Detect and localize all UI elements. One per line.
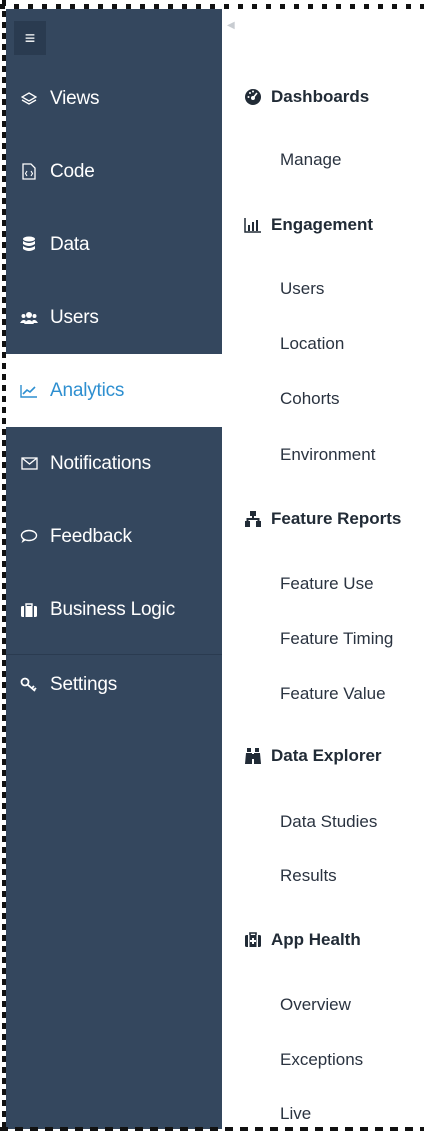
section-title-label: App Health: [271, 930, 361, 949]
submenu-item-users[interactable]: Users: [280, 279, 324, 299]
sidebar-item-business-logic[interactable]: Business Logic: [6, 573, 222, 646]
sidebar-item-label: Feedback: [50, 525, 132, 547]
submenu-item-cohorts[interactable]: Cohorts: [280, 389, 340, 409]
hamburger-icon[interactable]: ≡: [14, 21, 46, 55]
submenu-item-environment[interactable]: Environment: [280, 445, 375, 465]
section-app-health: App Health: [243, 930, 361, 950]
users-icon: [18, 310, 40, 326]
sidebar-item-label: Data: [50, 233, 90, 255]
bar-chart-icon: [243, 217, 263, 233]
sitemap-icon: [243, 510, 263, 528]
dashboard-icon: [243, 88, 263, 106]
sidebar-item-data[interactable]: Data: [6, 208, 222, 281]
sidebar-item-label: Users: [50, 306, 99, 328]
section-title-label: Engagement: [271, 215, 374, 234]
submenu-item-feature-timing[interactable]: Feature Timing: [280, 629, 393, 649]
briefcase-icon: [18, 602, 40, 618]
sidebar-item-code[interactable]: Code: [6, 135, 222, 208]
submenu-item-overview[interactable]: Overview: [280, 995, 351, 1015]
key-icon: [18, 677, 40, 693]
sidebar-item-analytics[interactable]: Analytics: [6, 354, 222, 427]
line-chart-icon: [18, 384, 40, 398]
submenu-item-feature-use[interactable]: Feature Use: [280, 574, 374, 594]
sidebar-item-label: Views: [50, 87, 100, 109]
submenu-item-location[interactable]: Location: [280, 334, 344, 354]
envelope-icon: [18, 457, 40, 470]
sidebar-item-label: Notifications: [50, 452, 151, 474]
caret-left-icon[interactable]: ◀: [227, 20, 235, 31]
comment-icon: [18, 529, 40, 544]
sidebar-item-settings[interactable]: Settings: [6, 648, 222, 721]
section-title-label: Data Explorer: [271, 746, 382, 765]
submenu-item-exceptions[interactable]: Exceptions: [280, 1050, 363, 1070]
section-title-label: Dashboards: [271, 87, 370, 106]
submenu-item-live[interactable]: Live: [280, 1104, 311, 1124]
section-data-explorer: Data Explorer: [243, 746, 382, 766]
sidebar-item-label: Business Logic: [50, 598, 175, 620]
medkit-icon: [243, 932, 263, 948]
submenu-item-results[interactable]: Results: [280, 866, 337, 886]
sidebar-item-feedback[interactable]: Feedback: [6, 500, 222, 573]
sidebar: ≡ Views Code Data Users Analytics Notifi…: [6, 9, 222, 1129]
section-title-label: Feature Reports: [271, 509, 402, 528]
code-file-icon: [18, 163, 40, 180]
sidebar-item-label: Analytics: [50, 379, 125, 401]
frame-top-border: [0, 0, 424, 9]
binoculars-icon: [243, 747, 263, 765]
layers-icon: [18, 91, 40, 107]
sidebar-item-label: Settings: [50, 673, 118, 695]
submenu-item-feature-value[interactable]: Feature Value: [280, 684, 386, 704]
sidebar-item-notifications[interactable]: Notifications: [6, 427, 222, 500]
section-feature-reports: Feature Reports: [243, 509, 401, 529]
database-icon: [18, 236, 40, 253]
section-engagement: Engagement: [243, 215, 373, 235]
sidebar-item-users[interactable]: Users: [6, 281, 222, 354]
submenu-item-manage[interactable]: Manage: [280, 150, 341, 170]
sidebar-item-label: Code: [50, 160, 95, 182]
sidebar-item-views[interactable]: Views: [6, 62, 222, 135]
section-dashboards: Dashboards: [243, 87, 369, 107]
submenu-item-data-studies[interactable]: Data Studies: [280, 812, 377, 832]
